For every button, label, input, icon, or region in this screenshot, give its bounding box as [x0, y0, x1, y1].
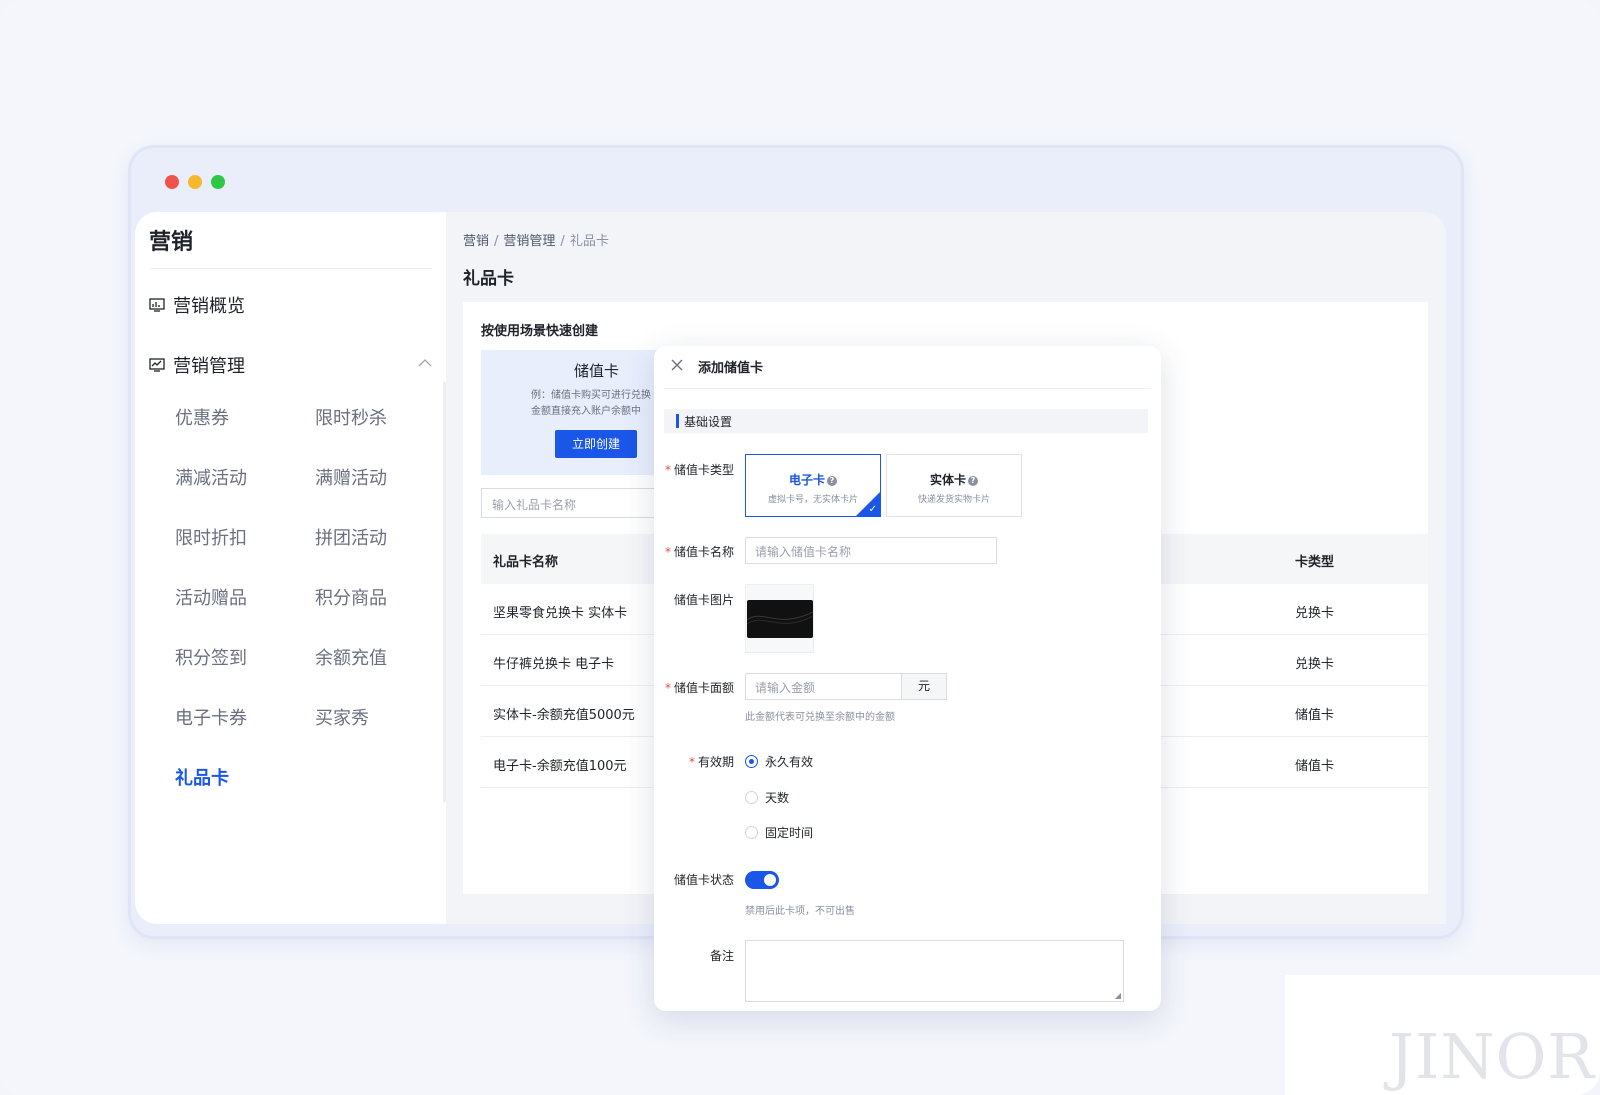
radio-label: 固定时间 [765, 826, 814, 840]
breadcrumb-current: 礼品卡 [569, 234, 609, 249]
cell-name: 坚果零食兑换卡 实体卡 [493, 606, 628, 621]
watermark-area: JINOR [1285, 975, 1600, 1095]
nav-label: 营销概览 [173, 296, 245, 317]
card-type-label: 储值卡类型 [654, 461, 734, 478]
nav-marketing-overview[interactable]: 营销概览 [149, 292, 245, 318]
section-accent-bar [676, 414, 679, 428]
background: 营销 营销概览 营销管理 优惠券 限时秒杀 满减活动 满赠活动 限时折扣 拼团活… [0, 0, 1600, 1095]
amount-label: 储值卡面额 [654, 679, 734, 696]
radio-unselected[interactable] [745, 826, 758, 839]
close-icon[interactable] [670, 358, 684, 372]
wave-pattern-icon [747, 611, 813, 625]
validity-option-fixed-time[interactable]: 固定时间 [745, 824, 813, 841]
sidebar: 营销 营销概览 营销管理 优惠券 限时秒杀 满减活动 满赠活动 限时折扣 拼团活… [135, 212, 446, 924]
cell-type: 储值卡 [1295, 708, 1335, 723]
help-icon[interactable]: ? [968, 476, 978, 486]
amount-unit: 元 [901, 673, 947, 700]
card-type-option-electronic[interactable]: 电子卡? 虚拟卡号，无实体卡片 ✓ [745, 454, 881, 517]
sub-nav-discount-off[interactable]: 满减活动 [175, 467, 315, 491]
sidebar-title: 营销 [149, 230, 194, 255]
nav-marketing-management[interactable]: 营销管理 [149, 352, 245, 378]
cell-type: 兑换卡 [1295, 657, 1335, 672]
toggle-knob [764, 874, 776, 886]
watermark-logo: JINOR [1389, 1020, 1596, 1093]
page-title: 礼品卡 [463, 269, 514, 289]
card-name-input[interactable]: 请输入储值卡名称 [745, 537, 997, 564]
sub-nav-flash-sale[interactable]: 限时秒杀 [315, 407, 455, 431]
template-card-name: 储值卡 [574, 362, 620, 380]
sub-nav-balance-topup[interactable]: 余额充值 [315, 647, 455, 671]
amount-hint: 此金额代表可兑换至余额中的金额 [745, 712, 895, 723]
sub-nav-grid: 优惠券 限时秒杀 满减活动 满赠活动 限时折扣 拼团活动 活动赠品 积分商品 积… [175, 407, 455, 791]
minimize-window-button[interactable] [188, 175, 202, 189]
sub-nav-gift-event[interactable]: 满赠活动 [315, 467, 455, 491]
monitor-chart-icon [149, 298, 165, 312]
card-type-name: 实体卡 [929, 473, 966, 487]
cell-type: 兑换卡 [1295, 606, 1335, 621]
status-hint: 禁用后此卡项，不可出售 [745, 906, 855, 917]
chevron-up-icon[interactable] [418, 358, 432, 368]
radio-unselected[interactable] [745, 791, 758, 804]
cell-name: 实体卡-余额充值5000元 [493, 708, 635, 723]
template-card-desc: 例：储值卡购买可进行兑换 金额直接充入账户余额中 [531, 388, 661, 420]
status-toggle[interactable] [745, 871, 779, 889]
sub-nav-coupon[interactable]: 优惠券 [175, 407, 315, 431]
sub-nav-time-discount[interactable]: 限时折扣 [175, 527, 315, 551]
remark-label: 备注 [709, 949, 734, 963]
quick-create-title: 按使用场景快速创建 [481, 324, 599, 339]
create-now-button[interactable]: 立即创建 [555, 430, 637, 458]
validity-label: 有效期 [654, 753, 734, 770]
stored-value-template-card: 储值卡 例：储值卡购买可进行兑换 金额直接充入账户余额中 立即创建 [481, 350, 661, 475]
column-header-name: 礼品卡名称 [493, 555, 559, 570]
cell-type: 储值卡 [1295, 759, 1335, 774]
column-header-type: 卡类型 [1295, 555, 1335, 570]
card-type-option-physical[interactable]: 实体卡? 快递发货实物卡片 [886, 454, 1022, 517]
sub-nav-buyer-show[interactable]: 买家秀 [315, 707, 455, 731]
amount-input[interactable]: 请输入金额 [745, 673, 902, 700]
modal-title: 添加储值卡 [698, 361, 764, 376]
status-label: 储值卡状态 [673, 873, 734, 887]
validity-option-days[interactable]: 天数 [745, 789, 789, 806]
validity-option-permanent[interactable]: 永久有效 [745, 753, 813, 770]
card-type-name: 电子卡 [788, 473, 825, 487]
monitor-gear-icon [149, 358, 165, 372]
sub-nav-event-gift[interactable]: 活动赠品 [175, 587, 315, 611]
sub-nav-points-checkin[interactable]: 积分签到 [175, 647, 315, 671]
sub-nav-points-product[interactable]: 积分商品 [315, 587, 455, 611]
check-icon: ✓ [868, 504, 877, 515]
gift-card-search-input[interactable]: 输入礼品卡名称 [481, 488, 661, 518]
add-stored-value-card-modal: 添加储值卡 基础设置 储值卡类型 电子卡? 虚拟卡号，无实体卡片 ✓ 实体卡? … [654, 346, 1161, 1011]
radio-label: 永久有效 [765, 755, 814, 769]
card-image-upload[interactable] [745, 584, 814, 653]
card-type-desc: 快递发货实物卡片 [917, 495, 990, 505]
sub-nav-gift-card[interactable]: 礼品卡 [175, 767, 315, 791]
section-header: 基础设置 [664, 409, 1148, 433]
sub-nav-group-buy[interactable]: 拼团活动 [315, 527, 455, 551]
breadcrumb: 营销 / 营销管理 / 礼品卡 [463, 234, 609, 249]
radio-selected[interactable] [745, 755, 758, 768]
window-controls [165, 175, 225, 189]
card-image-label: 储值卡图片 [673, 593, 734, 607]
cell-name: 牛仔裤兑换卡 电子卡 [493, 657, 615, 672]
breadcrumb-item[interactable]: 营销管理 [503, 234, 555, 249]
remark-textarea[interactable]: ◢ [745, 940, 1124, 1002]
template-desc-line: 金额直接充入账户余额中 [531, 406, 641, 417]
breadcrumb-item[interactable]: 营销 [463, 234, 489, 249]
divider [664, 388, 1151, 389]
divider [149, 268, 432, 269]
resize-handle-icon[interactable]: ◢ [1115, 991, 1121, 1000]
section-title: 基础设置 [684, 415, 733, 429]
maximize-window-button[interactable] [211, 175, 225, 189]
radio-label: 天数 [765, 791, 790, 805]
cell-name: 电子卡-余额充值100元 [493, 759, 627, 774]
card-image-thumbnail [747, 600, 813, 638]
card-name-label: 储值卡名称 [654, 543, 734, 560]
nav-label: 营销管理 [173, 356, 245, 377]
sub-nav-e-voucher[interactable]: 电子卡券 [175, 707, 315, 731]
close-window-button[interactable] [165, 175, 179, 189]
help-icon[interactable]: ? [827, 476, 837, 486]
template-desc-line: 例：储值卡购买可进行兑换 [531, 390, 651, 401]
